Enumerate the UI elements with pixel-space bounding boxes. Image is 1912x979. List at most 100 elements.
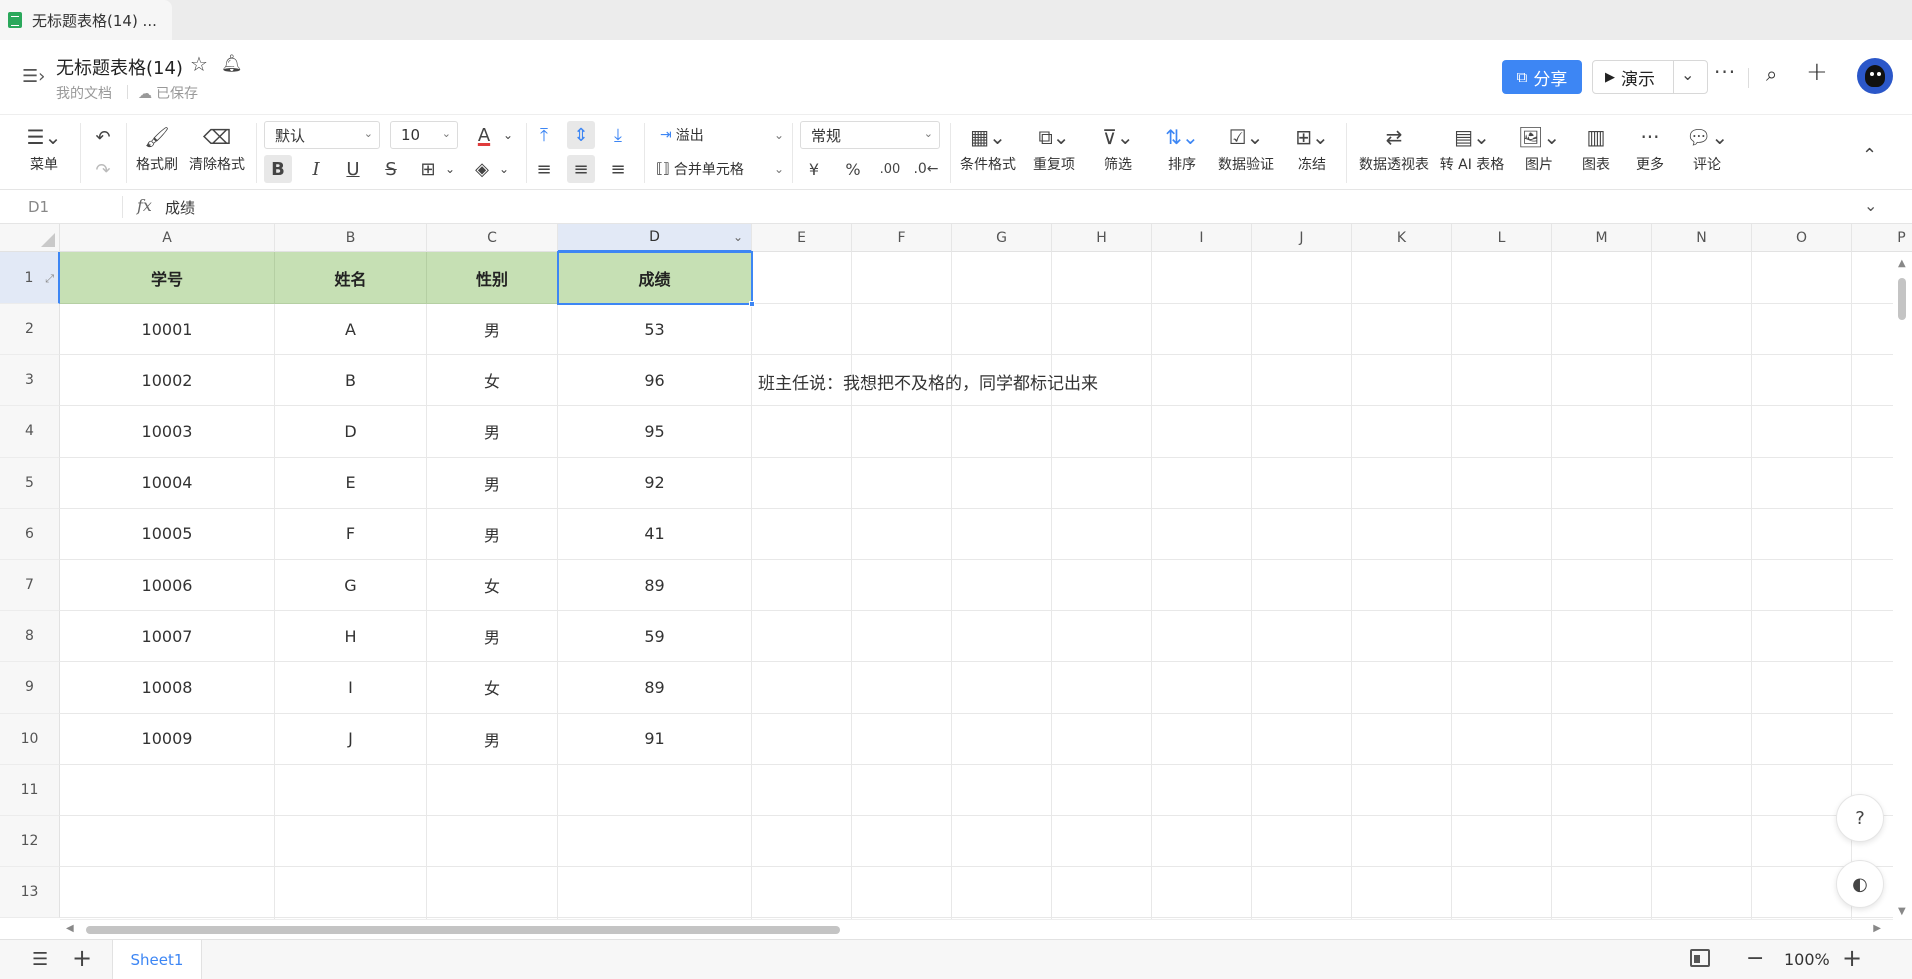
table-cell[interactable]: 男 (427, 457, 558, 509)
table-cell[interactable]: 女 (427, 560, 558, 612)
avatar[interactable] (1857, 58, 1893, 94)
column-header-c[interactable]: C (427, 224, 558, 252)
table-cell[interactable]: 10006 (60, 560, 275, 612)
row-header-11[interactable]: 11 (0, 764, 60, 816)
number-format-select[interactable]: 常规 ⌄ (800, 121, 940, 149)
row-header-13[interactable]: 13 (0, 867, 60, 919)
align-middle-icon[interactable]: ⇕ (567, 121, 595, 149)
chevron-up-icon[interactable]: ⌃ (1862, 145, 1877, 166)
star-icon[interactable]: ☆ (190, 52, 208, 76)
table-header-cell[interactable]: 学号 (60, 252, 275, 304)
font-size-select[interactable]: 10 ⌄ (390, 121, 458, 149)
row-header-12[interactable]: 12 (0, 816, 60, 868)
table-cell[interactable]: F (275, 508, 427, 560)
align-center-icon[interactable]: ≡ (567, 155, 595, 183)
chevron-down-icon[interactable]: ⌄ (436, 155, 464, 183)
bold-icon[interactable]: B (264, 155, 292, 183)
conditional-format-button[interactable]: ▦⌄ 条件格式 (956, 125, 1020, 174)
table-cell[interactable]: 男 (427, 713, 558, 765)
more-icon[interactable]: ··· (1714, 60, 1736, 84)
table-cell[interactable]: H (275, 611, 427, 663)
currency-icon[interactable]: ¥ (800, 155, 828, 183)
table-cell[interactable]: E (275, 457, 427, 509)
align-right-icon[interactable]: ≡ (604, 155, 632, 183)
table-cell[interactable]: 10008 (60, 662, 275, 714)
table-cell[interactable]: 女 (427, 355, 558, 407)
percent-icon[interactable]: % (839, 155, 867, 183)
breadcrumb[interactable]: 我的文档 (56, 83, 112, 103)
scroll-up-icon[interactable]: ▲ (1898, 258, 1906, 269)
table-cell[interactable]: A (275, 304, 427, 356)
row-header-7[interactable]: 7 (0, 560, 60, 612)
table-cell[interactable]: 95 (558, 406, 752, 458)
row-header-8[interactable]: 8 (0, 611, 60, 663)
scroll-down-icon[interactable]: ▼ (1898, 906, 1906, 917)
column-header-d[interactable]: D ⌄ (558, 224, 752, 252)
redo-icon[interactable]: ↷ (89, 156, 117, 184)
table-cell[interactable]: 41 (558, 508, 752, 560)
table-cell[interactable]: 92 (558, 457, 752, 509)
column-header-j[interactable]: J (1252, 224, 1352, 252)
zoom-in-icon[interactable]: + (1842, 944, 1862, 972)
chevron-down-icon[interactable]: ⌄ (1864, 196, 1877, 215)
select-all-corner[interactable] (0, 224, 60, 252)
italic-icon[interactable]: I (302, 155, 330, 183)
freeze-button[interactable]: ⊞⌄ 冻结 (1286, 125, 1338, 174)
align-bottom-icon[interactable]: ⤓ (604, 121, 632, 149)
undo-icon[interactable]: ↶ (89, 123, 117, 151)
chevron-down-icon[interactable]: ⌄ (494, 121, 522, 149)
table-cell[interactable]: G (275, 560, 427, 612)
format-painter-button[interactable]: 🖌︎ 格式刷 (132, 125, 182, 174)
zoom-level[interactable]: 100% (1784, 950, 1830, 969)
column-header-m[interactable]: M (1552, 224, 1652, 252)
zoom-out-icon[interactable]: − (1746, 946, 1764, 971)
duplicates-button[interactable]: ⧉⌄ 重复项 (1024, 125, 1084, 174)
column-header-i[interactable]: I (1152, 224, 1252, 252)
layout-icon[interactable] (1690, 949, 1710, 967)
column-header-h[interactable]: H (1052, 224, 1152, 252)
row-header-2[interactable]: 2 (0, 304, 60, 356)
strikethrough-icon[interactable]: S (377, 155, 405, 183)
name-box[interactable]: D1 (28, 198, 49, 216)
scroll-right-icon[interactable]: ▶ (1873, 923, 1881, 934)
search-icon[interactable]: ⌕ (1766, 62, 1777, 86)
cell-note-text[interactable]: 班主任说：我想把不及格的，同学都标记出来 (758, 369, 1098, 394)
row-header-1[interactable]: 1 ⤢ (0, 252, 60, 304)
data-validation-button[interactable]: ☑⌄ 数据验证 (1214, 125, 1278, 174)
table-cell[interactable]: 89 (558, 662, 752, 714)
row-header-4[interactable]: 4 (0, 406, 60, 458)
table-cell[interactable]: 10005 (60, 508, 275, 560)
table-cell[interactable]: 10009 (60, 713, 275, 765)
scroll-thumb[interactable] (86, 926, 840, 934)
table-cell[interactable]: 男 (427, 304, 558, 356)
column-header-k[interactable]: K (1352, 224, 1452, 252)
column-header-a[interactable]: A (60, 224, 275, 252)
table-cell[interactable]: 91 (558, 713, 752, 765)
browser-tab[interactable]: 无标题表格(14) ... (0, 0, 172, 40)
add-sheet-icon[interactable]: + (72, 944, 92, 972)
row-header-6[interactable]: 6 (0, 508, 60, 560)
table-cell[interactable]: 10001 (60, 304, 275, 356)
sheet-list-icon[interactable]: ☰ (32, 949, 48, 970)
table-cell[interactable]: 男 (427, 406, 558, 458)
present-button[interactable]: ▶ 演示 ⌄ (1592, 60, 1708, 94)
table-cell[interactable]: I (275, 662, 427, 714)
column-header-o[interactable]: O (1752, 224, 1852, 252)
font-family-select[interactable]: 默认 ⌄ (264, 121, 380, 149)
table-cell[interactable]: 10007 (60, 611, 275, 663)
table-header-cell[interactable]: 姓名 (275, 252, 427, 304)
decrease-decimal-icon[interactable]: .0← (912, 155, 940, 183)
column-header-g[interactable]: G (952, 224, 1052, 252)
clear-format-button[interactable]: ⌫ 清除格式 (186, 125, 248, 174)
fill-handle[interactable] (749, 301, 755, 307)
merge-cells-select[interactable]: ⟦⟧ 合并单元格 ⌄ (656, 159, 784, 179)
table-cell[interactable]: 10002 (60, 355, 275, 407)
image-button[interactable]: 🖼︎⌄ 图片 (1512, 125, 1566, 174)
chevron-down-icon[interactable]: ⌄ (1681, 65, 1694, 84)
more-tools-button[interactable]: ··· 更多 (1626, 125, 1674, 174)
pivot-table-button[interactable]: ⇄ 数据透视表 (1354, 125, 1434, 174)
comment-button[interactable]: 💬︎⌄ 评论 (1680, 125, 1734, 174)
scroll-left-icon[interactable]: ◀ (66, 923, 74, 934)
sheet-tab-sheet1[interactable]: Sheet1 (112, 940, 202, 979)
table-cell[interactable]: 96 (558, 355, 752, 407)
